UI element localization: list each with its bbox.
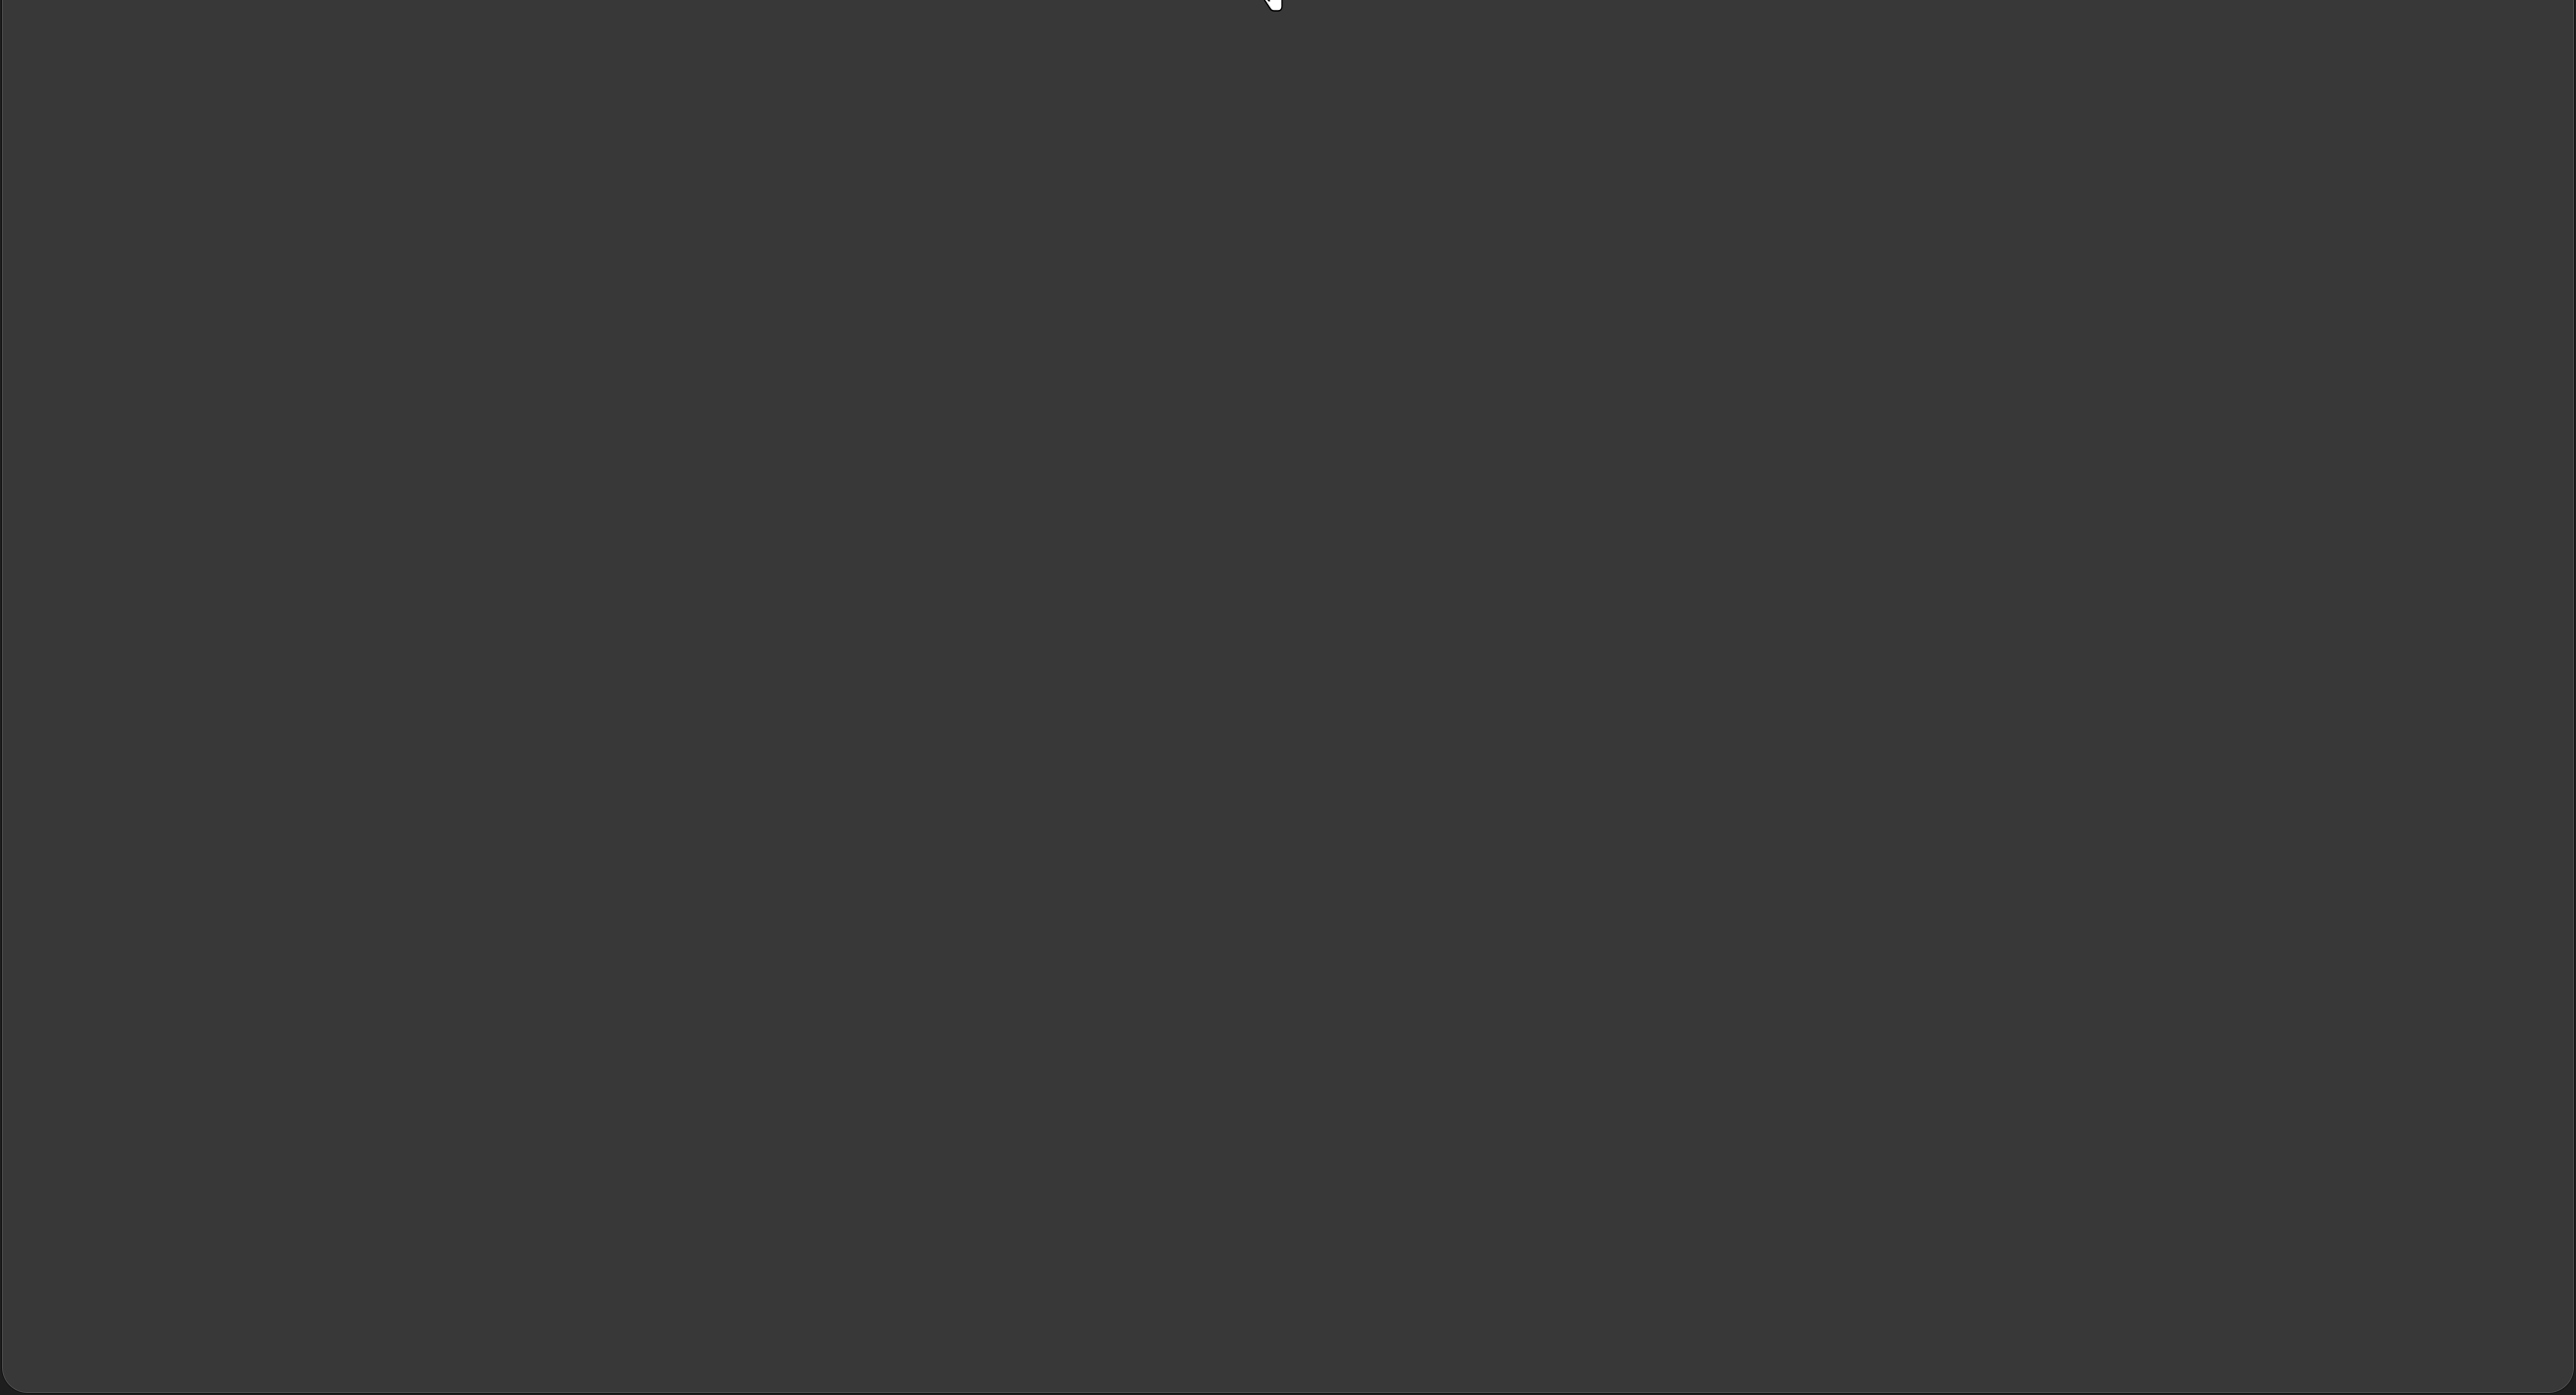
desktop-screen [0,0,2576,1395]
blank-app-window[interactable] [2,0,2574,1393]
hand-pointer-cursor-icon [1263,0,1283,12]
